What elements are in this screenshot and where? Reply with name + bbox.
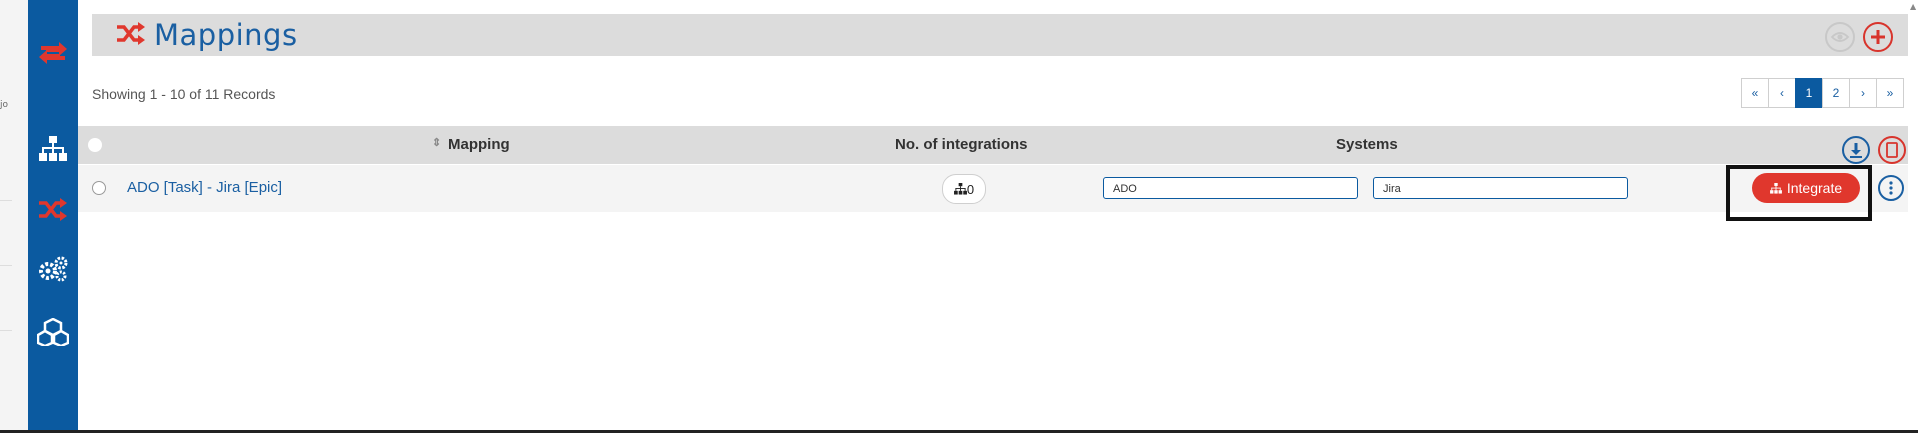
- next-page-button[interactable]: ›: [1849, 78, 1877, 108]
- table-header: ⇕ Mapping No. of integrations Systems: [78, 126, 1908, 164]
- plus-icon: [1871, 30, 1885, 44]
- shuffle-icon: [116, 22, 146, 50]
- pagination: « ‹ 1 2 › »: [1741, 78, 1904, 108]
- column-integrations: No. of integrations: [895, 136, 1028, 153]
- add-mapping-button[interactable]: [1863, 22, 1893, 52]
- eye-icon: [1830, 32, 1850, 42]
- page-1-button[interactable]: 1: [1795, 78, 1823, 108]
- sync-icon[interactable]: [28, 40, 78, 66]
- download-icon: [1850, 143, 1862, 158]
- page-2-button[interactable]: 2: [1822, 78, 1850, 108]
- background-panel: jo: [0, 0, 29, 433]
- integrations-count-badge[interactable]: 0: [942, 174, 986, 204]
- sitemap-icon: [1769, 182, 1782, 194]
- download-button[interactable]: [1842, 136, 1870, 164]
- scrollbar-arrow[interactable]: ▲: [1910, 2, 1916, 11]
- shuffle-icon[interactable]: [28, 198, 78, 222]
- divider: [0, 265, 12, 266]
- row-menu-button[interactable]: [1878, 175, 1904, 201]
- integrate-label: Integrate: [1786, 180, 1843, 196]
- sort-icon[interactable]: ⇕: [432, 136, 441, 149]
- trash-icon: [1886, 142, 1898, 158]
- integrate-button[interactable]: Integrate: [1752, 173, 1860, 203]
- cubes-icon[interactable]: [28, 318, 78, 346]
- row-select-radio[interactable]: [92, 181, 106, 195]
- select-all-radio[interactable]: [88, 138, 102, 152]
- view-button[interactable]: [1825, 22, 1855, 52]
- page-title: Mappings: [154, 18, 298, 52]
- table-row: ADO [Task] - Jira [Epic] 0 ADO Jira Inte…: [78, 165, 1908, 221]
- column-mapping[interactable]: Mapping: [448, 136, 510, 153]
- gears-icon[interactable]: [28, 256, 78, 282]
- mapping-name-link[interactable]: ADO [Task] - Jira [Epic]: [127, 179, 282, 196]
- sitemap-icon[interactable]: [28, 136, 78, 162]
- delete-button[interactable]: [1878, 136, 1906, 164]
- last-page-button[interactable]: »: [1876, 78, 1904, 108]
- column-systems: Systems: [1336, 136, 1398, 153]
- sitemap-icon: [953, 183, 967, 195]
- sidebar: [28, 0, 78, 433]
- first-page-button[interactable]: «: [1741, 78, 1769, 108]
- system-source-field: ADO: [1103, 177, 1358, 199]
- system-target-field: Jira: [1373, 177, 1628, 199]
- integrations-count: 0: [966, 181, 975, 197]
- kebab-icon: [1889, 181, 1893, 195]
- records-count: Showing 1 - 10 of 11 Records: [92, 86, 276, 102]
- background-text-fragment: jo: [0, 100, 9, 110]
- page-header: Mappings: [92, 14, 1908, 56]
- divider: [0, 200, 12, 201]
- divider: [0, 330, 12, 331]
- prev-page-button[interactable]: ‹: [1768, 78, 1796, 108]
